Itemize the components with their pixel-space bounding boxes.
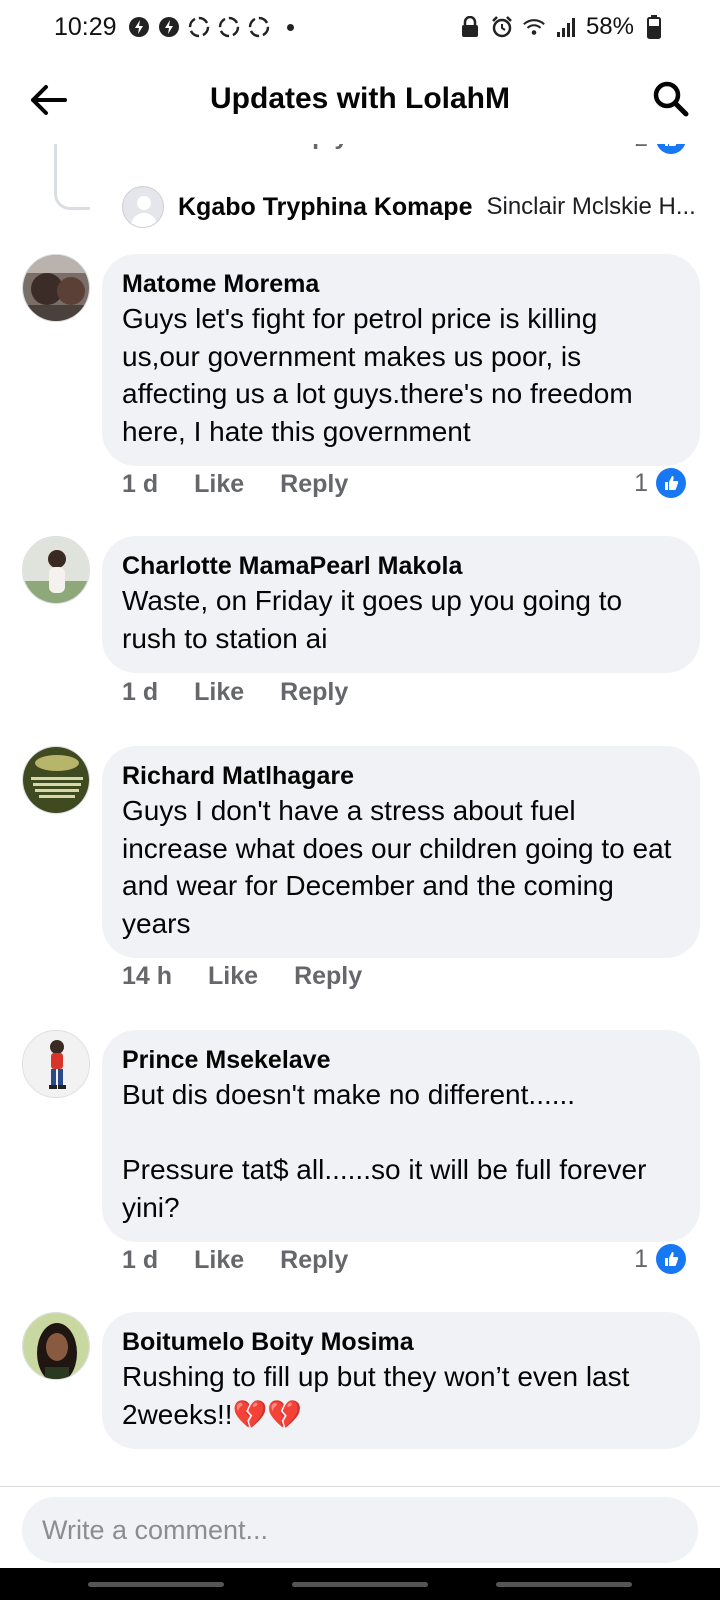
recents-nav-button[interactable]	[88, 1582, 224, 1587]
like-button[interactable]: Like	[208, 962, 258, 991]
back-button[interactable]	[26, 78, 70, 122]
comment-author[interactable]: Matome Morema	[122, 268, 680, 300]
reply-button[interactable]: Reply	[280, 678, 348, 707]
comment-age: 1 d	[122, 470, 159, 498]
status-bar: 10:29 58%	[0, 0, 720, 54]
notification-app-icon	[157, 15, 181, 39]
comment-composer	[0, 1486, 720, 1568]
reply-preview[interactable]: Kgabo Tryphina Komape Sinclair Mclskie H…	[122, 186, 702, 228]
comment-bubble[interactable]: Charlotte MamaPearl Makola Waste, on Fri…	[102, 536, 700, 673]
comments-feed[interactable]: 1 d Like Reply 2 Kgabo Tryphina Komape S…	[0, 144, 720, 1486]
comment-age: 1 d	[122, 1246, 159, 1274]
default-avatar-icon	[122, 186, 164, 228]
avatar[interactable]	[22, 254, 90, 322]
comment-bubble[interactable]: Richard Matlhagare Guys I don't have a s…	[102, 746, 700, 958]
battery-percentage: 58%	[585, 13, 634, 40]
search-icon	[653, 81, 689, 117]
home-nav-button[interactable]	[292, 1582, 428, 1587]
like-count-value: 1	[634, 1244, 648, 1273]
avatar[interactable]	[22, 1030, 90, 1098]
comment-age: 14 h	[122, 962, 173, 990]
reaction-count[interactable]: 1	[634, 1244, 686, 1274]
comment-actions: 14 h Like Reply	[122, 962, 362, 991]
system-navigation-bar	[0, 1568, 720, 1600]
arrow-left-icon	[31, 85, 67, 115]
reply-thread-connector	[54, 144, 90, 210]
comment-text: Waste, on Friday it goes up you going to…	[122, 585, 630, 654]
like-button[interactable]: Like	[194, 1246, 244, 1275]
battery-icon	[642, 15, 666, 39]
reply-button[interactable]: Reply	[280, 470, 348, 499]
system-status-icons: 58%	[458, 13, 666, 41]
thumbs-up-icon	[656, 144, 686, 154]
comment-text: Guys I don't have a stress about fuel in…	[122, 795, 680, 939]
like-count-value: 1	[634, 468, 648, 497]
thumbs-up-icon	[656, 1244, 686, 1274]
reply-button[interactable]: Reply	[294, 962, 362, 991]
comment-text: But dis doesn't make no different...... …	[122, 1079, 647, 1223]
notification-icons	[127, 15, 294, 39]
comment-actions: 1 d Like Reply	[122, 470, 348, 499]
recycle-notification-icon	[247, 15, 271, 39]
reply-button[interactable]: Reply	[280, 144, 348, 162]
comment-actions: 1 d Like Reply	[122, 1246, 348, 1275]
recycle-notification-icon	[217, 15, 241, 39]
partial-comment-actions: 1 d Like Reply	[122, 144, 348, 162]
wifi-icon	[522, 15, 546, 39]
reply-author[interactable]: Kgabo Tryphina Komape	[178, 193, 472, 222]
status-time: 10:29	[54, 12, 117, 41]
avatar[interactable]	[22, 536, 90, 604]
back-nav-button[interactable]	[496, 1582, 632, 1587]
comment-author[interactable]: Charlotte MamaPearl Makola	[122, 550, 680, 582]
reply-snippet: Sinclair Mclskie H...	[486, 193, 696, 220]
comment-age: 1 d	[122, 678, 159, 706]
alarm-icon	[490, 15, 514, 39]
like-count-value: 2	[635, 144, 648, 153]
comment-author[interactable]: Richard Matlhagare	[122, 760, 680, 792]
like-button[interactable]: Like	[194, 678, 244, 707]
top-app-bar: Updates with LolahM	[0, 54, 720, 144]
comment-input[interactable]	[22, 1497, 698, 1563]
reply-button[interactable]: Reply	[280, 1246, 348, 1275]
more-notifications-dot-icon	[286, 23, 294, 31]
comment-actions: 1 d Like Reply	[122, 678, 348, 707]
comment-bubble[interactable]: Matome Morema Guys let's fight for petro…	[102, 254, 700, 466]
search-button[interactable]	[648, 76, 694, 122]
comment-text: Rushing to fill up but they won’t even l…	[122, 1361, 638, 1430]
reaction-count[interactable]: 1	[634, 468, 686, 498]
signal-icon	[554, 15, 578, 39]
avatar[interactable]	[22, 1312, 90, 1380]
comment-author[interactable]: Prince Msekelave	[122, 1044, 680, 1076]
partial-like-count[interactable]: 2	[635, 144, 686, 154]
like-button[interactable]: Like	[194, 470, 244, 499]
avatar[interactable]	[22, 746, 90, 814]
recycle-notification-icon	[187, 15, 211, 39]
lock-icon	[458, 15, 482, 39]
comment-bubble[interactable]: Prince Msekelave But dis doesn't make no…	[102, 1030, 700, 1242]
notification-app-icon	[127, 15, 151, 39]
comment-age: 1 d	[122, 144, 158, 162]
like-button[interactable]: Like	[194, 144, 244, 162]
comment-author[interactable]: Boitumelo Boity Mosima	[122, 1326, 680, 1358]
page-title: Updates with LolahM	[210, 82, 510, 115]
comment-bubble[interactable]: Boitumelo Boity Mosima Rushing to fill u…	[102, 1312, 700, 1449]
comment-text: Guys let's fight for petrol price is kil…	[122, 303, 641, 447]
thumbs-up-icon	[656, 468, 686, 498]
